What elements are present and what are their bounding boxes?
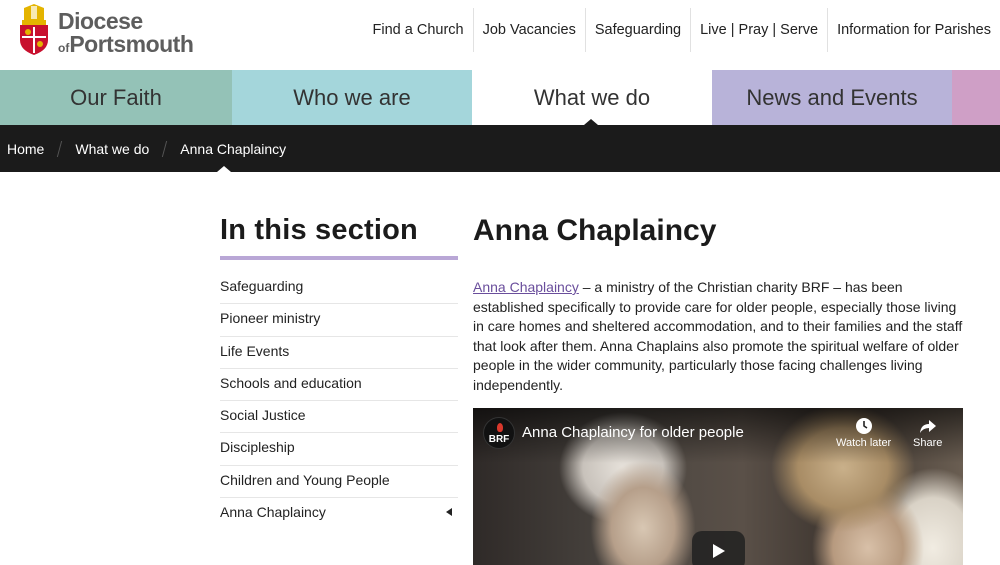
clock-icon xyxy=(855,418,872,434)
nav-tab-news-and-events[interactable]: News and Events xyxy=(712,70,952,125)
utility-nav: Find a Church Job Vacancies Safeguarding… xyxy=(364,8,1000,52)
nav-tab-what-we-do[interactable]: What we do xyxy=(472,70,712,125)
nav-tab-more[interactable] xyxy=(952,70,1000,125)
sidebar-item-discipleship[interactable]: Discipleship xyxy=(220,433,458,466)
sidebar-item-pioneer-ministry[interactable]: Pioneer ministry xyxy=(220,304,458,337)
toplink-information-for-parishes[interactable]: Information for Parishes xyxy=(827,8,1000,52)
intro-paragraph: Anna Chaplaincy – a ministry of the Chri… xyxy=(473,278,963,395)
breadcrumb-what-we-do[interactable]: What we do xyxy=(75,141,149,157)
video-title[interactable]: Anna Chaplaincy for older people xyxy=(522,424,744,441)
play-button[interactable] xyxy=(692,531,745,565)
breadcrumb-current: Anna Chaplaincy xyxy=(180,140,287,157)
nav-tab-our-faith[interactable]: Our Faith xyxy=(0,70,232,125)
breadcrumb-separator xyxy=(57,140,63,157)
toplink-safeguarding[interactable]: Safeguarding xyxy=(584,8,690,52)
sidebar-item-social-justice[interactable]: Social Justice xyxy=(220,401,458,434)
breadcrumb-separator xyxy=(162,140,168,157)
logo-wordmark: Diocese ofPortsmouth xyxy=(58,4,194,57)
nav-tab-who-we-are[interactable]: Who we are xyxy=(232,70,472,125)
breadcrumb-home[interactable]: Home xyxy=(7,141,44,157)
logo-line-portsmouth: ofPortsmouth xyxy=(58,31,194,57)
logo-portsmouth: Portsmouth xyxy=(69,31,194,57)
video-embed[interactable]: BRF Anna Chaplaincy for older people Wat… xyxy=(473,408,963,565)
share-button[interactable]: Share xyxy=(913,417,942,449)
play-icon xyxy=(713,544,725,558)
sidebar-item-children-and-young-people[interactable]: Children and Young People xyxy=(220,466,458,499)
toplink-job-vacancies[interactable]: Job Vacancies xyxy=(472,8,585,52)
sidebar-item-safeguarding[interactable]: Safeguarding xyxy=(220,272,458,305)
page-title: Anna Chaplaincy xyxy=(473,214,717,247)
caret-left-icon xyxy=(446,508,452,517)
active-tab-pointer xyxy=(584,119,598,125)
main-nav: Our Faith Who we are What we do News and… xyxy=(0,70,1000,125)
sidebar-list: Safeguarding Pioneer ministry Life Event… xyxy=(220,272,458,530)
sidebar-item-anna-chaplaincy[interactable]: Anna Chaplaincy xyxy=(220,498,458,530)
share-label: Share xyxy=(913,437,943,449)
sidebar-title: In this section xyxy=(220,212,458,260)
section-sidebar: In this section Safeguarding Pioneer min… xyxy=(220,212,458,530)
share-arrow-icon xyxy=(919,420,936,433)
main-content: Anna Chaplaincy Anna Chaplaincy – a mini… xyxy=(473,212,963,395)
logo-line-diocese: Diocese xyxy=(58,8,143,34)
breadcrumb-pointer xyxy=(217,166,231,172)
diocese-logo[interactable]: Diocese ofPortsmouth xyxy=(14,4,194,57)
mitre-shield-icon xyxy=(20,4,48,55)
sidebar-item-schools-and-education[interactable]: Schools and education xyxy=(220,369,458,402)
channel-name: BRF xyxy=(488,434,510,445)
toplink-find-a-church[interactable]: Find a Church xyxy=(364,8,473,52)
channel-avatar[interactable]: BRF xyxy=(483,417,515,449)
site-header: Diocese ofPortsmouth Find a Church Job V… xyxy=(0,0,1000,70)
toplink-live-pray-serve[interactable]: Live | Pray | Serve xyxy=(690,8,827,52)
watch-later-button[interactable]: Watch later xyxy=(836,417,891,449)
brf-flame-icon xyxy=(497,423,503,432)
sidebar-item-life-events[interactable]: Life Events xyxy=(220,337,458,369)
intro-text: – a ministry of the Christian charity BR… xyxy=(473,279,963,393)
breadcrumb: Home What we do Anna Chaplaincy xyxy=(0,125,1000,172)
sidebar-item-label: Anna Chaplaincy xyxy=(220,504,326,521)
watch-later-label: Watch later xyxy=(836,437,892,449)
logo-of: of xyxy=(58,41,70,55)
anna-chaplaincy-link[interactable]: Anna Chaplaincy xyxy=(473,279,579,295)
